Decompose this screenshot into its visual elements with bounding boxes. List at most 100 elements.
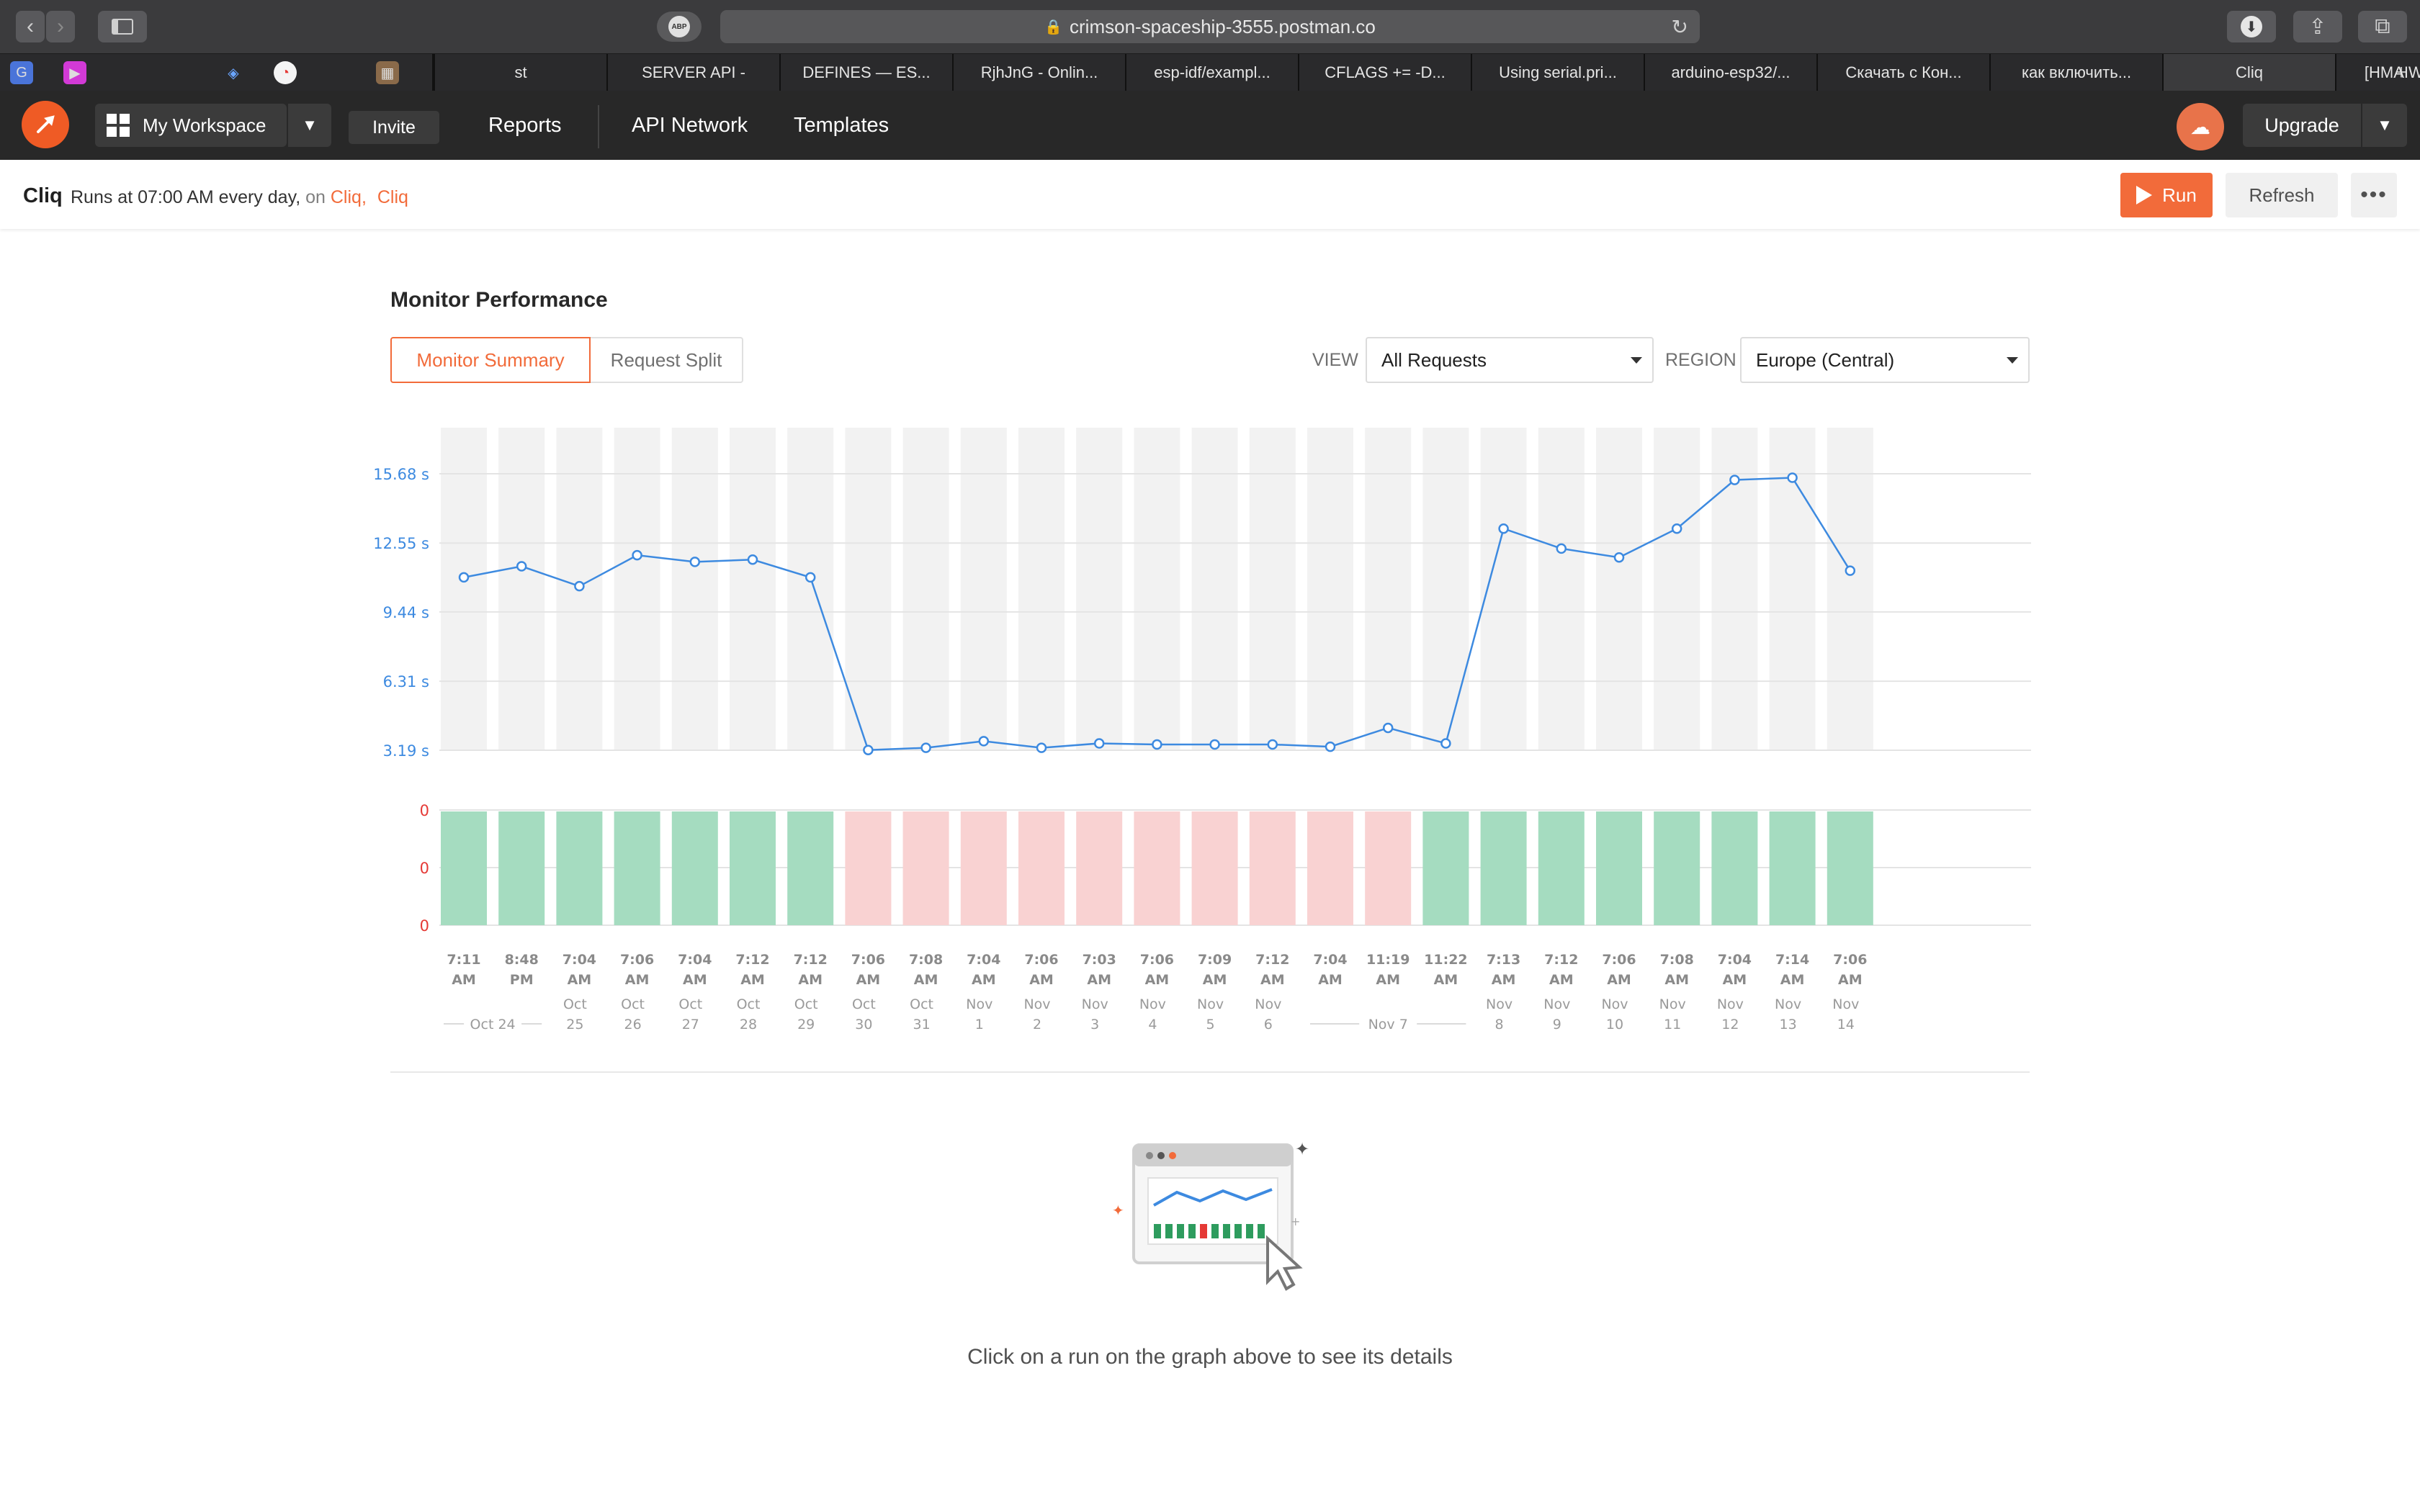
apple-favicon-icon[interactable] (170, 61, 193, 84)
status-bar-fail (1249, 811, 1296, 925)
chart-date-day: 4 (1148, 1017, 1157, 1032)
more-options-button[interactable]: ••• (2351, 173, 2397, 217)
layers-favicon-icon[interactable]: ◈ (222, 61, 245, 84)
status-bar-fail (1134, 811, 1180, 925)
chart-date-month: Nov (1023, 996, 1050, 1012)
chart-time-label: 7:04 (967, 952, 1000, 968)
download-icon: ⬇ (2241, 16, 2262, 37)
performance-chart[interactable]: 15.68 s 12.55 s 9.44 s 6.31 s 3.19 s 0 0 0 7:11 A… (375, 418, 2045, 1051)
tab-monitor-summary[interactable]: Monitor Summary (390, 337, 591, 383)
browser-tab[interactable]: Скачать с Кон... (1816, 54, 1989, 91)
translate-favicon-icon[interactable]: G (10, 61, 33, 84)
invite-button[interactable]: Invite (349, 111, 439, 144)
chart-date-day: 11 (1664, 1017, 1681, 1032)
chart-data-point (574, 580, 585, 592)
browser-tab[interactable]: RjhJnG - Onlin... (952, 54, 1125, 91)
play-favicon-icon[interactable]: ▶ (63, 61, 86, 84)
browser-tab[interactable]: Cliq (2162, 54, 2335, 91)
chart-time-period: AM (683, 972, 707, 988)
chart-date-day: 14 (1837, 1017, 1855, 1032)
adblock-icon: ABP (668, 16, 690, 37)
chart-time-period: AM (452, 972, 476, 988)
chart-run-column (1076, 428, 1123, 750)
chart-time-label: 7:06 (1024, 952, 1058, 968)
browser-tab[interactable]: arduino-esp32/... (1644, 54, 1816, 91)
chart-data-point (1613, 552, 1625, 563)
downloads-button[interactable]: ⬇ (2227, 11, 2276, 42)
nav-api-network[interactable]: API Network (632, 112, 748, 138)
chevron-right-icon: › (57, 14, 64, 38)
reload-icon[interactable]: ↻ (1672, 15, 1688, 39)
on-word: on (305, 187, 326, 207)
forward-button[interactable]: › (46, 11, 75, 42)
browser-tab[interactable]: st (434, 54, 606, 91)
workspace-switcher[interactable]: My Workspace (95, 104, 287, 147)
status-bar-pass (1480, 811, 1527, 925)
failure-y-tick: 0 (420, 917, 429, 935)
chart-date-day: 2 (1033, 1017, 1041, 1032)
status-bar-pass (787, 811, 834, 925)
collection-link[interactable]: Cliq, (331, 187, 367, 207)
nav-reports[interactable]: Reports (488, 112, 562, 138)
share-button[interactable]: ⇪ (2293, 11, 2342, 42)
chart-time-label: 7:13 (1487, 952, 1520, 968)
chart-time-period: AM (972, 972, 996, 988)
chart-time-label: 7:03 (1083, 952, 1116, 968)
chart-date-month: Nov (1197, 996, 1224, 1012)
chart-time-label: 7:12 (1255, 952, 1289, 968)
upgrade-dropdown-button[interactable]: ▼ (2362, 104, 2407, 147)
workspace-dropdown-button[interactable]: ▼ (287, 104, 331, 147)
browser-tab[interactable]: SERVER API - (606, 54, 779, 91)
browser-tab[interactable]: esp-idf/exampl... (1125, 54, 1298, 91)
chart-run-column (1596, 428, 1642, 750)
address-bar[interactable]: 🔒 crimson-spaceship-3555.postman.co ↻ (720, 10, 1700, 43)
chart-time-label: 11:22 (1424, 952, 1467, 968)
tabs-overview-button[interactable]: ⧉ (2358, 11, 2407, 42)
clock-favicon-icon[interactable]: ◔ (274, 61, 297, 84)
chart-y-tick: 6.31 s (383, 673, 429, 690)
chart-time-period: AM (1260, 972, 1285, 988)
status-bar-fail (1076, 811, 1123, 925)
chart-time-period: AM (1607, 972, 1631, 988)
upgrade-button[interactable]: Upgrade (2243, 104, 2361, 147)
region-label: REGION (1665, 350, 1736, 370)
view-select[interactable]: All Requests (1366, 337, 1654, 383)
caret-down-icon (1631, 357, 1642, 364)
chart-time-label: 7:14 (1775, 952, 1809, 968)
chart-date-day: 31 (913, 1017, 931, 1032)
status-bar-pass (1422, 811, 1469, 925)
chart-run-column (1365, 428, 1412, 750)
sync-status-button[interactable]: ☁ (2177, 103, 2224, 150)
run-button[interactable]: Run (2120, 173, 2213, 217)
status-bar-fail (1018, 811, 1065, 925)
browser-tab[interactable]: CFLAGS += -D... (1298, 54, 1471, 91)
tab-request-split[interactable]: Request Split (591, 337, 743, 383)
chart-data-point (516, 561, 527, 572)
chart-date-month: Oct (563, 996, 587, 1012)
browser-tab[interactable]: [HMAIWU-141... (2335, 54, 2420, 91)
chart-time-period: AM (798, 972, 823, 988)
browser-tab[interactable]: DEFINES — ES... (779, 54, 952, 91)
monitor-name: Cliq (23, 184, 63, 207)
sidebar-toggle-button[interactable] (98, 11, 147, 42)
photo-favicon-icon[interactable]: ▦ (376, 61, 399, 84)
chart-time-label: 7:06 (620, 952, 654, 968)
postman-logo-icon[interactable] (22, 101, 69, 148)
chart-data-point (1845, 565, 1856, 576)
apple-favicon-icon[interactable] (118, 61, 141, 84)
refresh-button[interactable]: Refresh (2226, 173, 2338, 217)
adblock-button[interactable]: ABP (657, 12, 702, 42)
rocket-icon (37, 115, 55, 133)
apple-favicon-icon[interactable] (326, 61, 349, 84)
region-select[interactable]: Europe (Central) (1740, 337, 2030, 383)
tabs-icon: ⧉ (2375, 14, 2390, 38)
browser-tab[interactable]: как включить... (1989, 54, 2162, 91)
chart-run-column (787, 428, 834, 750)
nav-templates[interactable]: Templates (794, 112, 889, 138)
chart-time-period: AM (1203, 972, 1227, 988)
environment-link[interactable]: Cliq (377, 187, 408, 207)
browser-tab[interactable]: Using serial.pri... (1471, 54, 1644, 91)
chart-y-tick: 3.19 s (383, 742, 429, 760)
chart-data-point (1556, 543, 1567, 554)
back-button[interactable]: ‹ (16, 11, 45, 42)
